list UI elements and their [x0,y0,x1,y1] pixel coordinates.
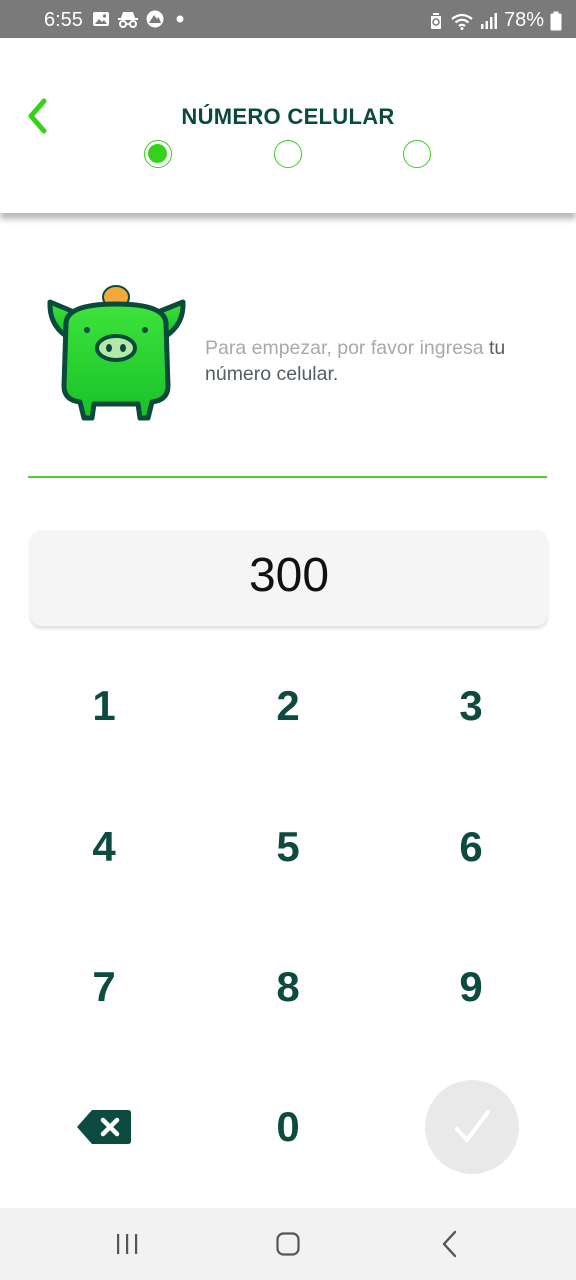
phone-number-value: 300 [248,549,330,602]
intro-text: Para empezar, por favor ingresa tu númer… [205,335,545,387]
status-time: 6:55 [44,9,83,31]
keypad-key-1[interactable]: 1 [44,666,164,746]
signal-icon [480,12,497,29]
dot-icon [176,15,184,23]
keypad-key-6[interactable]: 6 [411,807,531,887]
battery-icon [550,11,562,30]
backspace-icon [77,1110,131,1144]
keypad-key-7[interactable]: 7 [44,947,164,1027]
home-button[interactable] [268,1228,308,1260]
system-back-button[interactable] [430,1228,470,1260]
keypad-key-8[interactable]: 8 [228,947,348,1027]
intro-text-plain: Para empezar, por favor ingresa [205,337,489,359]
delete-button[interactable] [44,1087,164,1167]
keypad-key-4[interactable]: 4 [44,807,164,887]
keypad-key-9[interactable]: 9 [411,947,531,1027]
back-icon [442,1230,457,1258]
keypad-key-5[interactable]: 5 [228,807,348,887]
keypad-key-3[interactable]: 3 [411,666,531,746]
status-left-icons [92,10,189,28]
status-right-icons: 78% [428,9,562,32]
navigation-bar [0,1208,576,1280]
phone-number-field[interactable]: 300 [30,530,548,626]
submit-button[interactable] [425,1080,519,1174]
page-title: NÚMERO CELULAR [181,104,395,129]
keypad-key-2[interactable]: 2 [228,666,348,746]
status-bar: 6:55 78% [0,0,576,38]
mountain-badge-icon [146,10,164,28]
check-icon [455,1110,490,1142]
incognito-icon [118,12,138,28]
recycle-icon [430,12,441,29]
recents-icon [117,1234,138,1254]
step-indicator-1 [144,140,172,168]
wifi-icon [451,13,473,30]
keypad-key-0[interactable]: 0 [228,1087,348,1167]
home-icon [276,1232,300,1256]
header: NÚMERO CELULAR [0,38,576,213]
step-indicator-2 [274,140,302,168]
step-indicator-3 [403,140,431,168]
recents-button[interactable] [107,1228,147,1260]
image-icon [93,12,109,26]
piggy-mascot-image [47,285,186,421]
battery-percentage: 78% [503,9,544,31]
divider [28,476,547,478]
